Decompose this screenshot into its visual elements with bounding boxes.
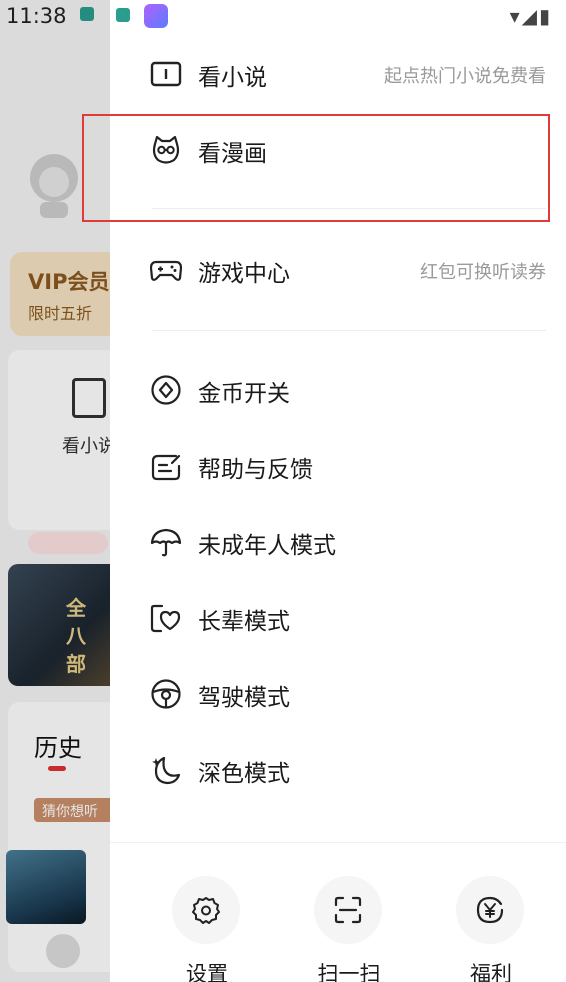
menu-item-label: 游戏中心	[198, 261, 290, 287]
steering-wheel-icon	[150, 678, 182, 710]
gear-icon	[192, 897, 220, 924]
settings-label: 设置	[186, 962, 228, 982]
scan-icon	[334, 896, 362, 924]
menu-item-label: 长辈模式	[198, 609, 290, 635]
menu-item-minor-mode[interactable]: 未成年人模式	[110, 514, 566, 570]
feedback-icon	[150, 450, 182, 482]
signal-battery-icon: ▾◢▮	[509, 4, 552, 28]
menu-item-label: 金币开关	[198, 381, 290, 407]
divider	[152, 330, 546, 331]
menu-item-label: 看小说	[198, 65, 267, 91]
bottom-divider	[110, 842, 566, 843]
welfare-button[interactable]: 福利	[456, 876, 526, 982]
gamepad-icon	[150, 254, 182, 286]
drawer-status-bar: ▾◢▮	[110, 0, 566, 34]
book-icon	[150, 58, 182, 90]
scan-label: 扫一扫	[317, 962, 381, 982]
welfare-button-bg	[456, 876, 524, 944]
menu-item-help-feedback[interactable]: 帮助与反馈	[110, 438, 566, 494]
scan-button[interactable]: 扫一扫	[314, 876, 384, 982]
notification-icon	[116, 8, 130, 22]
menu-item-game-center[interactable]: 游戏中心 红包可换听读券	[110, 242, 566, 298]
umbrella-icon	[150, 526, 182, 558]
settings-button-bg	[172, 876, 240, 944]
menu-item-elder-mode[interactable]: 长辈模式	[110, 590, 566, 646]
coin-icon	[150, 374, 182, 406]
menu-item-driving-mode[interactable]: 驾驶模式	[110, 666, 566, 722]
scan-button-bg	[314, 876, 382, 944]
menu-item-novel[interactable]: 看小说 起点热门小说免费看	[110, 46, 566, 102]
welfare-label: 福利	[470, 962, 512, 982]
highlight-box	[82, 114, 550, 222]
menu-item-label: 深色模式	[198, 761, 290, 787]
menu-item-subtitle: 红包可换听读券	[420, 262, 546, 283]
menu-item-label: 帮助与反馈	[198, 457, 313, 483]
moon-icon	[150, 754, 182, 786]
menu-item-subtitle: 起点热门小说免费看	[384, 66, 546, 87]
menu-item-coin-switch[interactable]: 金币开关	[110, 362, 566, 418]
yen-coin-icon	[476, 896, 504, 924]
settings-button[interactable]: 设置	[172, 876, 242, 982]
app-badge-icon	[144, 4, 168, 28]
menu-item-dark-mode[interactable]: 深色模式	[110, 742, 566, 798]
menu-item-label: 驾驶模式	[198, 685, 290, 711]
menu-item-label: 未成年人模式	[198, 533, 336, 559]
heart-frame-icon	[150, 602, 182, 634]
